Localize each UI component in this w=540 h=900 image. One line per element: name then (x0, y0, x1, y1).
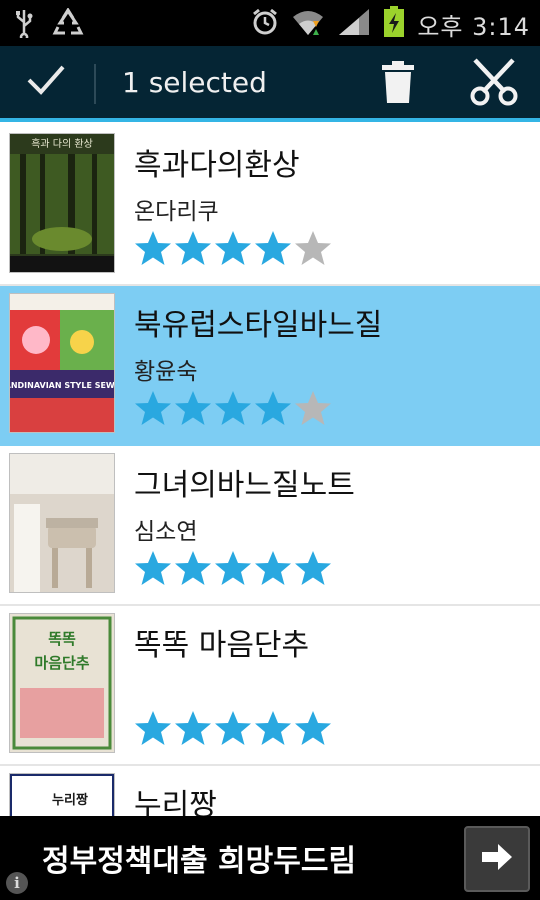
clock: 오후 3:14 (417, 12, 530, 41)
battery-charging-icon (383, 6, 405, 42)
ad-text: 정부정책대출 희망두드림 (42, 844, 357, 879)
star-rating[interactable] (134, 230, 332, 266)
book-title: 누리짱 (134, 788, 217, 816)
book-title: 흑과다의환상 (134, 148, 300, 183)
done-button[interactable] (0, 46, 92, 118)
star-empty-icon[interactable] (294, 230, 332, 266)
book-list-item[interactable]: SCANDINAVIAN STYLE SEWING 북유럽스타일바느질 황윤숙 (0, 286, 540, 446)
book-author: 심소연 (134, 519, 198, 545)
star-filled-icon[interactable] (214, 230, 252, 266)
star-filled-icon[interactable] (134, 710, 172, 746)
cover-title-text: SCANDINAVIAN STYLE SEWING (10, 381, 114, 390)
book-cover: 누리짱 (10, 774, 114, 816)
info-icon[interactable]: i (6, 872, 28, 894)
action-bar-accent-line (0, 118, 540, 122)
book-title: 그녀의바느질노트 (134, 468, 355, 503)
star-filled-icon[interactable] (214, 710, 252, 746)
star-filled-icon[interactable] (134, 390, 172, 426)
star-filled-icon[interactable] (214, 550, 252, 586)
star-filled-icon[interactable] (134, 550, 172, 586)
book-cover: 똑똑 마음단추 (10, 614, 114, 752)
cover-title-text: 똑똑 (48, 630, 76, 648)
recycle-icon (52, 7, 84, 42)
cut-button[interactable] (462, 52, 526, 116)
star-filled-icon[interactable] (254, 390, 292, 426)
star-filled-icon[interactable] (254, 710, 292, 746)
star-filled-icon[interactable] (214, 390, 252, 426)
star-filled-icon[interactable] (134, 230, 172, 266)
star-rating[interactable] (134, 390, 332, 426)
cover-title-text: 흑과 다의 환상 (31, 137, 93, 150)
star-filled-icon[interactable] (174, 230, 212, 266)
book-list: 흑과 다의 환상 흑과다의환상 온다리쿠 SCANDINAVIAN STYLE … (0, 126, 540, 816)
signal-icon (337, 7, 371, 41)
star-filled-icon[interactable] (254, 550, 292, 586)
trash-icon (382, 61, 414, 107)
star-filled-icon[interactable] (174, 550, 212, 586)
status-bar: 오후 3:14 (0, 0, 540, 46)
ad-banner[interactable]: 정부정책대출 희망두드림 i (0, 816, 540, 900)
book-author: 온다리쿠 (134, 199, 219, 225)
star-filled-icon[interactable] (254, 230, 292, 266)
star-filled-icon[interactable] (174, 710, 212, 746)
book-cover: SCANDINAVIAN STYLE SEWING (10, 294, 114, 432)
arrow-right-icon (480, 842, 514, 876)
checkmark-icon (26, 63, 66, 101)
star-filled-icon[interactable] (174, 390, 212, 426)
cover-title-text: 누리짱 (52, 792, 88, 808)
star-filled-icon[interactable] (294, 710, 332, 746)
book-cover (10, 454, 114, 592)
star-filled-icon[interactable] (294, 550, 332, 586)
scissors-icon (469, 58, 519, 110)
star-empty-icon[interactable] (294, 390, 332, 426)
book-cover: 흑과 다의 환상 (10, 134, 114, 272)
action-bar-divider (94, 64, 96, 104)
book-list-item[interactable]: 똑똑 마음단추 똑똑 마음단추 (0, 606, 540, 766)
usb-icon (14, 8, 34, 42)
ad-arrow-button[interactable] (464, 826, 530, 892)
cover-title-text: 마음단추 (34, 654, 89, 672)
book-list-item[interactable]: 흑과 다의 환상 흑과다의환상 온다리쿠 (0, 126, 540, 286)
star-rating[interactable] (134, 550, 332, 586)
delete-button[interactable] (370, 54, 426, 114)
wifi-icon (291, 7, 325, 41)
alarm-icon (251, 7, 279, 41)
book-list-item[interactable]: 그녀의바느질노트 심소연 (0, 446, 540, 606)
action-bar: 1 selected (0, 46, 540, 122)
star-rating[interactable] (134, 710, 332, 746)
book-title: 북유럽스타일바느질 (134, 308, 383, 343)
book-title: 똑똑 마음단추 (134, 628, 310, 663)
book-author: 황윤숙 (134, 359, 198, 385)
selection-title: 1 selected (122, 66, 267, 99)
book-list-item[interactable]: 누리짱 누리짱 (0, 766, 540, 816)
